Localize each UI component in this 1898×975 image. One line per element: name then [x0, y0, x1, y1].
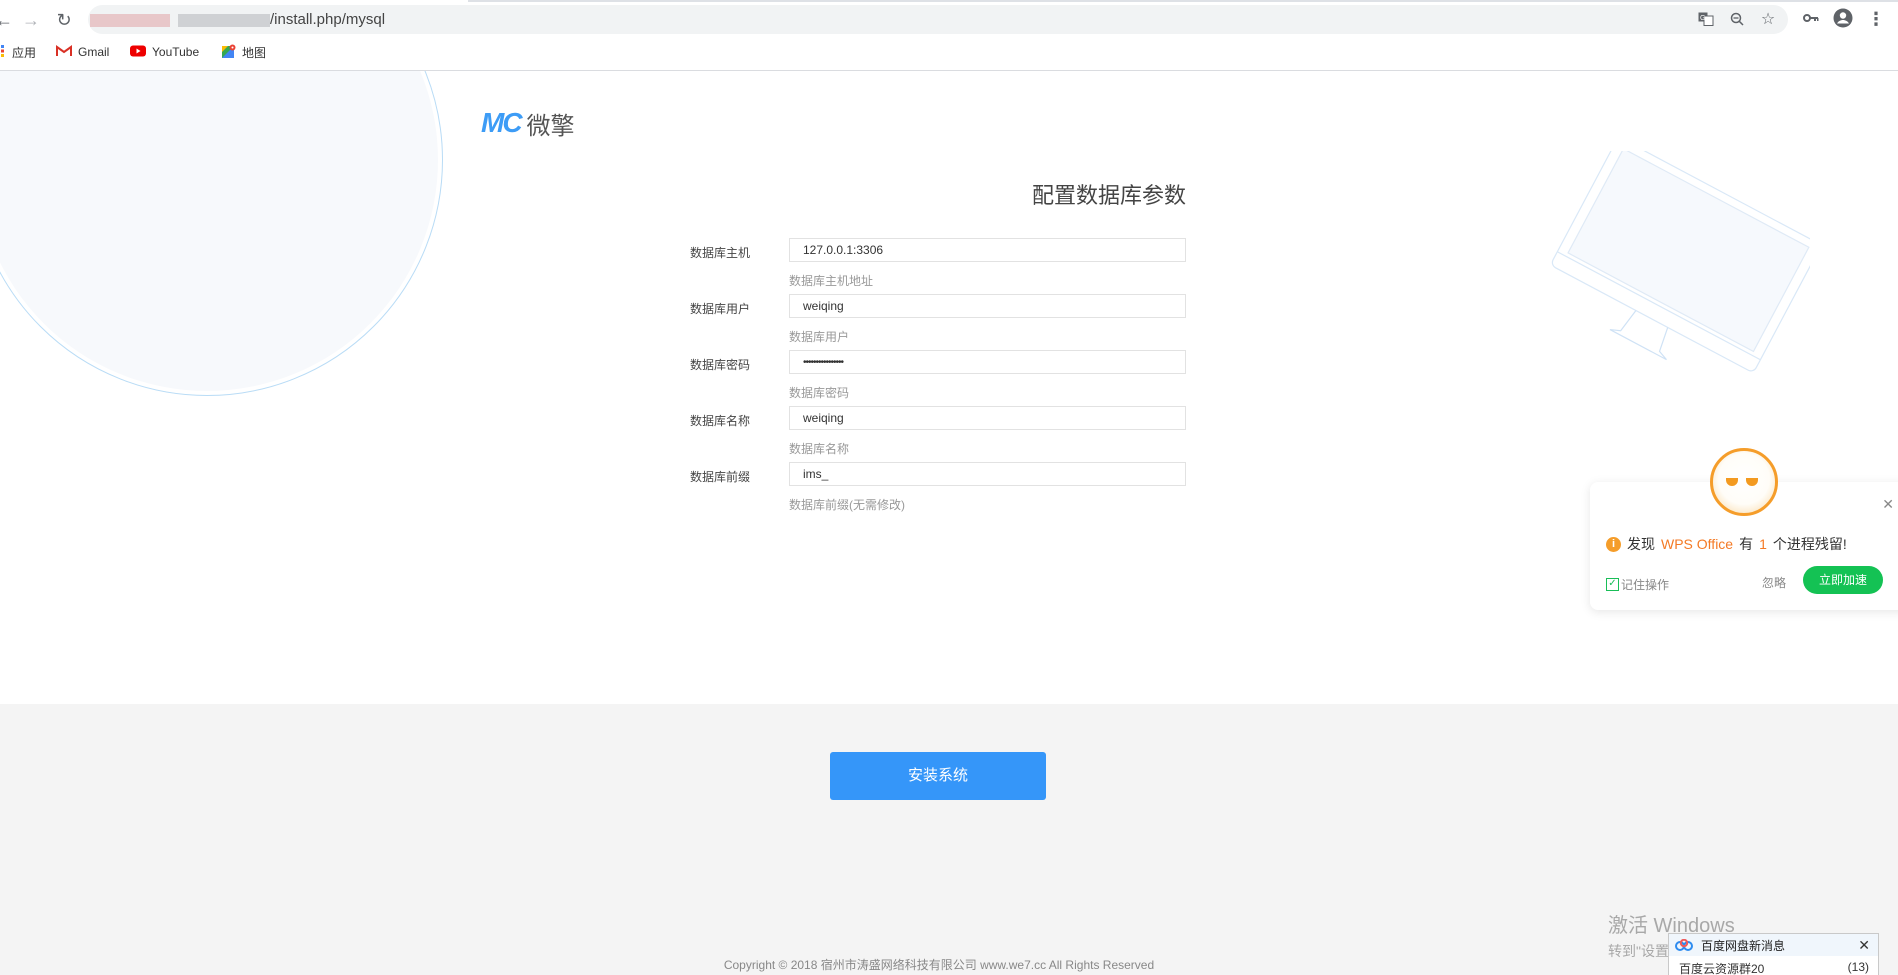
- svg-text:G: G: [1700, 15, 1705, 22]
- form-title: 配置数据库参数: [1031, 183, 1186, 208]
- msg-text: 有: [1739, 536, 1754, 552]
- toast-item[interactable]: 百度云资源群20 (13): [1679, 960, 1869, 975]
- remember-checkbox[interactable]: ✓ 记住操作: [1606, 576, 1669, 593]
- info-icon: i: [1606, 536, 1621, 552]
- ignore-button[interactable]: 忽略: [1762, 574, 1786, 591]
- remember-label: 记住操作: [1621, 578, 1670, 592]
- url-text: /install.php/mysql: [270, 11, 386, 28]
- menu-icon[interactable]: ⋮: [1865, 8, 1887, 30]
- db-host-label: 数据库主机: [690, 246, 751, 260]
- copyright-text: Copyright © 2018 宿州市涛盛网络科技有限公司 www.we7.c…: [723, 958, 1155, 972]
- tab-strip-edge: [468, 0, 1898, 2]
- db-password-label: 数据库密码: [690, 358, 751, 372]
- msg-text: 个进程残留!: [1772, 536, 1847, 552]
- baidu-netdisk-icon: [1675, 938, 1693, 951]
- zoom-icon[interactable]: [1728, 12, 1746, 28]
- db-host-help: 数据库主机地址: [789, 274, 874, 288]
- profile-icon[interactable]: [1832, 8, 1854, 30]
- decorative-circle: [0, 71, 443, 396]
- bookmark-gmail[interactable]: Gmail: [56, 42, 109, 62]
- db-password-help: 数据库密码: [789, 386, 850, 400]
- wps-mascot-icon: [1710, 448, 1778, 516]
- forward-icon[interactable]: →: [19, 8, 43, 32]
- bookmark-label: YouTube: [152, 45, 200, 59]
- db-user-input[interactable]: [789, 294, 1186, 318]
- bookmark-label: 地图: [242, 45, 267, 60]
- db-prefix-input[interactable]: [789, 462, 1186, 486]
- star-icon[interactable]: ☆: [1759, 12, 1777, 28]
- msg-app-name: WPS Office: [1661, 536, 1734, 552]
- wps-message: i 发现 WPS Office 有 1 个进程残留!: [1606, 534, 1847, 554]
- bookmark-youtube[interactable]: YouTube: [130, 42, 199, 62]
- db-user-label: 数据库用户: [690, 302, 751, 316]
- toast-header: 百度网盘新消息 ✕: [1669, 934, 1878, 956]
- reload-icon[interactable]: ↻: [52, 8, 76, 32]
- weiqing-logo: MC 微擎: [481, 107, 575, 140]
- translate-icon[interactable]: G: [1697, 12, 1715, 28]
- mascot-eye: [1726, 478, 1738, 486]
- back-icon[interactable]: ←: [0, 8, 16, 32]
- gmail-icon: [56, 44, 72, 60]
- speed-up-button[interactable]: 立即加速: [1803, 566, 1883, 594]
- maps-icon: [222, 44, 236, 61]
- db-password-input[interactable]: [789, 350, 1186, 374]
- db-prefix-label: 数据库前缀: [690, 470, 751, 484]
- msg-text: 发现: [1627, 536, 1655, 552]
- close-icon[interactable]: ✕: [1882, 496, 1894, 513]
- youtube-icon: [130, 45, 146, 60]
- apps-grid-icon: [0, 44, 6, 60]
- bookmark-maps[interactable]: 地图: [222, 42, 266, 62]
- bookmark-label: Gmail: [78, 45, 110, 59]
- toast-title: 百度网盘新消息: [1701, 938, 1786, 953]
- address-bar[interactable]: /install.php/mysql G ☆: [88, 5, 1788, 34]
- logo-name: 微擎: [526, 112, 575, 140]
- logo-mark: MC: [481, 107, 523, 138]
- checkmark-icon: ✓: [1606, 578, 1619, 591]
- msg-count: 1: [1759, 536, 1767, 552]
- baidu-netdisk-toast[interactable]: 百度网盘新消息 ✕ 百度云资源群20 (13): [1668, 933, 1879, 975]
- db-name-label: 数据库名称: [690, 414, 751, 428]
- bookmark-label: 应用: [12, 45, 37, 60]
- monitor-illustration: [1551, 151, 1810, 372]
- close-icon[interactable]: ✕: [1858, 937, 1870, 954]
- install-system-button[interactable]: 安装系统: [830, 752, 1046, 800]
- db-host-input[interactable]: [789, 238, 1186, 262]
- redacted-url-part: [178, 14, 270, 27]
- browser-chrome: ← → ↻ /install.php/mysql G ☆ ⋮ 应用 Gmail …: [0, 0, 1898, 71]
- db-name-input[interactable]: [789, 406, 1186, 430]
- redacted-url-part: [90, 14, 170, 27]
- key-icon[interactable]: [1800, 8, 1822, 30]
- mascot-eye: [1746, 478, 1758, 486]
- toast-item-name: 百度云资源群20: [1679, 962, 1765, 975]
- db-prefix-help: 数据库前缀(无需修改): [789, 498, 905, 512]
- toast-item-count: (13): [1847, 960, 1869, 974]
- bookmark-apps[interactable]: 应用: [0, 42, 36, 62]
- install-page: MC 微擎 配置数据库参数 数据库主机 数据库主机地址 数据库用户 数据库用户 …: [0, 71, 1898, 975]
- db-name-help: 数据库名称: [789, 442, 850, 456]
- db-user-help: 数据库用户: [789, 330, 850, 344]
